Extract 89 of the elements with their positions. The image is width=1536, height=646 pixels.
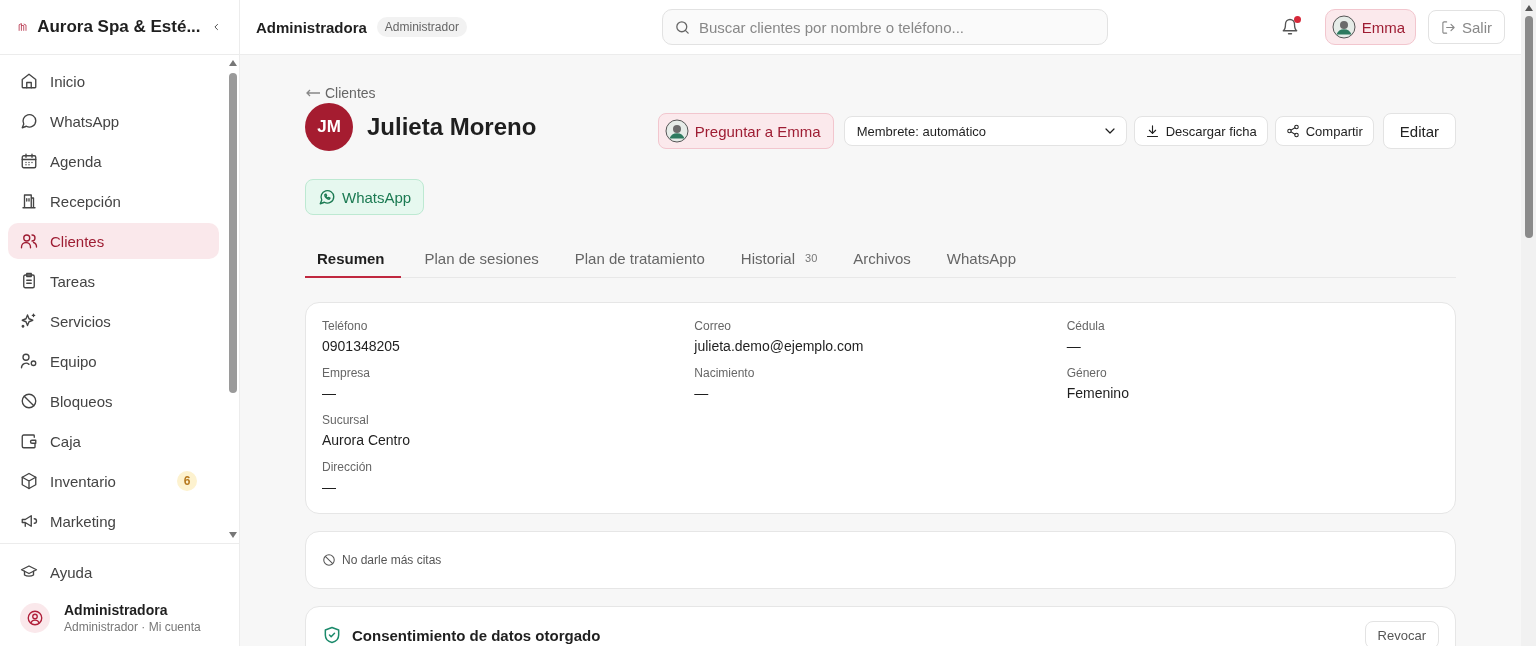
bell-icon bbox=[1280, 18, 1299, 36]
field-label: Dirección bbox=[322, 460, 373, 474]
arrow-left-icon bbox=[305, 89, 321, 97]
clipboard-icon bbox=[20, 272, 38, 290]
calendar-icon bbox=[20, 152, 38, 170]
field-label: Cédula bbox=[1066, 319, 1106, 333]
tab[interactable]: Plan de tratamiento bbox=[562, 240, 717, 278]
chat-bubble-icon bbox=[20, 112, 38, 130]
scroll-down-icon[interactable] bbox=[228, 531, 238, 539]
download-icon bbox=[1144, 123, 1160, 139]
person-icon bbox=[20, 352, 38, 370]
nav-item[interactable]: Tareas bbox=[8, 263, 219, 299]
nav-item[interactable]: Servicios bbox=[8, 303, 219, 339]
role-badge: Administrador bbox=[376, 17, 467, 37]
prohibited-icon bbox=[20, 392, 38, 410]
chat-phone-icon bbox=[318, 188, 336, 206]
nav-item[interactable]: Clientes bbox=[8, 223, 219, 259]
brand-name: Aurora Spa & Esté... bbox=[37, 17, 201, 37]
tab[interactable]: Archivos bbox=[841, 240, 923, 278]
scrollbar-thumb[interactable] bbox=[229, 73, 237, 393]
tab-count: 30 bbox=[805, 252, 818, 264]
tab[interactable]: Plan de sesiones bbox=[412, 240, 551, 278]
field-value: — bbox=[1066, 338, 1082, 354]
note-text: No darle más citas bbox=[342, 553, 442, 567]
account-name: Administradora bbox=[64, 602, 169, 618]
avatar-icon bbox=[664, 119, 689, 143]
tab[interactable]: Historial 30 bbox=[728, 240, 830, 278]
field-value: — bbox=[322, 385, 337, 401]
search-icon bbox=[673, 19, 691, 36]
shield-check-icon bbox=[322, 625, 342, 645]
tab[interactable]: WhatsApp bbox=[934, 240, 1029, 278]
field-value: Aurora Centro bbox=[322, 432, 411, 448]
nav-item[interactable]: Equipo bbox=[8, 343, 219, 379]
search-field[interactable]: Buscar clientes por nombre o teléfono... bbox=[661, 9, 1108, 45]
field-value: julieta.demo@ejemplo.com bbox=[694, 338, 865, 354]
tab[interactable]: Resumen bbox=[305, 240, 401, 278]
nav-item[interactable]: Bloqueos bbox=[8, 383, 219, 419]
nav-item[interactable]: WhatsApp bbox=[8, 103, 219, 139]
field-label: Correo bbox=[694, 319, 732, 333]
users-icon bbox=[20, 232, 38, 250]
logo-icon bbox=[18, 20, 28, 34]
user-name: Administradora bbox=[256, 18, 367, 36]
account-avatar[interactable] bbox=[20, 603, 50, 633]
edit-button[interactable]: Editar bbox=[1382, 113, 1456, 149]
field-label: Empresa bbox=[322, 366, 372, 380]
nav-item[interactable]: Marketing bbox=[8, 503, 219, 539]
nav-item[interactable]: Agenda bbox=[8, 143, 219, 179]
count-badge: 6 bbox=[177, 471, 197, 491]
scroll-up-icon[interactable] bbox=[1523, 4, 1534, 12]
field-label: Género bbox=[1066, 366, 1108, 380]
field-value: — bbox=[322, 479, 337, 495]
prohibited-icon bbox=[322, 553, 336, 567]
consent-title: Consentimiento de datos otorgado bbox=[352, 626, 602, 644]
wallet-icon bbox=[20, 432, 38, 450]
nav-item[interactable]: Recepción bbox=[8, 183, 219, 219]
avatar-icon bbox=[1331, 15, 1356, 39]
whatsapp-button[interactable]: WhatsApp bbox=[305, 179, 425, 215]
field-label: Nacimiento bbox=[694, 366, 756, 380]
scroll-up-icon[interactable] bbox=[228, 59, 238, 67]
account-subtitle[interactable]: Administrador · Mi cuenta bbox=[64, 620, 201, 634]
help-link[interactable]: Ayuda bbox=[8, 554, 231, 590]
assistant-button[interactable]: Emma bbox=[1324, 9, 1416, 45]
nav-item[interactable]: Inicio bbox=[8, 63, 219, 99]
nav-item[interactable]: Caja bbox=[8, 423, 219, 459]
download-button[interactable]: Descargar ficha bbox=[1133, 116, 1268, 146]
field-value: — bbox=[694, 385, 710, 401]
client-avatar: JM bbox=[305, 103, 353, 151]
building-icon bbox=[20, 192, 38, 210]
field-label: Sucursal bbox=[322, 413, 370, 427]
scrollbar-thumb[interactable] bbox=[1524, 16, 1533, 238]
scrollbar[interactable] bbox=[1521, 0, 1536, 646]
nav-item[interactable]: Inventario 6 bbox=[8, 463, 219, 499]
field-label: Teléfono bbox=[322, 319, 369, 333]
field-value: Femenino bbox=[1066, 385, 1130, 401]
box-icon bbox=[20, 472, 38, 490]
letterhead-select[interactable]: Membrete: automático bbox=[843, 116, 1127, 146]
revoke-button[interactable]: Revocar bbox=[1364, 621, 1439, 646]
logout-icon bbox=[1441, 19, 1456, 35]
user-circle-icon bbox=[26, 609, 44, 627]
field-value: 0901348205 bbox=[322, 338, 401, 354]
ask-assistant-button[interactable]: Preguntar a Emma bbox=[657, 113, 834, 149]
share-icon bbox=[1285, 124, 1300, 138]
back-link[interactable]: Clientes bbox=[305, 85, 376, 101]
client-name: Julieta Moreno bbox=[367, 113, 537, 141]
home-icon bbox=[20, 72, 38, 90]
sparkles-icon bbox=[20, 312, 38, 330]
logout-button[interactable]: Salir bbox=[1428, 10, 1505, 44]
megaphone-icon bbox=[20, 512, 38, 530]
share-button[interactable]: Compartir bbox=[1274, 116, 1374, 146]
